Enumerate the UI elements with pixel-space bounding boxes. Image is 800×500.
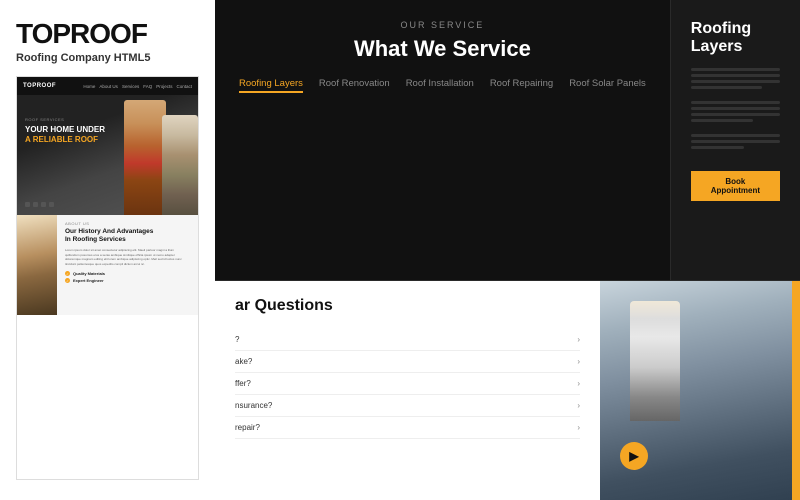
mockup-about-label: ABOUT US: [65, 221, 190, 226]
faq-question-1: ?: [235, 335, 239, 344]
tab-roofing-layers[interactable]: Roofing Layers: [239, 78, 303, 93]
mockup-nav-contact: Contact: [176, 84, 192, 89]
faq-item-4[interactable]: nsurance? ›: [235, 395, 580, 417]
mockup-hero-title-line2: A RELIABLE ROOF: [25, 135, 105, 144]
mockup-feature-quality-label: Quality Materials: [73, 271, 105, 276]
yellow-accent-bar: [792, 281, 800, 500]
text-line: [691, 74, 780, 77]
faq-arrow-3: ›: [577, 379, 580, 388]
faq-item-3[interactable]: ffer? ›: [235, 373, 580, 395]
text-line: [691, 146, 745, 149]
tab-roof-installation[interactable]: Roof Installation: [406, 78, 474, 93]
social-icon-twitter: [33, 202, 38, 207]
text-block-2: [691, 101, 780, 122]
service-title: What We Service: [239, 36, 646, 62]
text-line: [691, 80, 780, 83]
circle-icon: ▶: [629, 449, 638, 463]
tab-roof-renovation[interactable]: Roof Renovation: [319, 78, 390, 93]
right-top: OUR SERVICE What We Service Roofing Laye…: [215, 0, 800, 280]
mockup-worker-small-img: [17, 215, 57, 315]
mockup-nav-faq: FAQ: [143, 84, 152, 89]
faq-question-4: nsurance?: [235, 401, 272, 410]
faq-arrow-4: ›: [577, 401, 580, 410]
yellow-circle-badge: ▶: [620, 442, 648, 470]
mockup-nav-links: Home About Us Services FAQ Projects Cont…: [83, 84, 192, 89]
faq-title: ar Questions: [235, 297, 580, 315]
mockup-bottom-left-image: [17, 215, 57, 315]
right-image-section: ▶: [600, 281, 800, 500]
left-panel: TOPROOF Roofing Company HTML5 TOPROOF Ho…: [0, 0, 215, 500]
service-section: OUR SERVICE What We Service Roofing Laye…: [215, 0, 671, 280]
our-service-label: OUR SERVICE: [239, 20, 646, 30]
mockup-nav: TOPROOF Home About Us Services FAQ Proje…: [17, 77, 198, 95]
roofing-layers-title: Roofing Layers: [691, 20, 780, 56]
mockup-worker2: [162, 115, 198, 215]
check-icon-quality: ✓: [65, 271, 70, 276]
mockup-nav-projects: Projects: [156, 84, 172, 89]
faq-item-2[interactable]: ake? ›: [235, 351, 580, 373]
service-tabs: Roofing Layers Roof Renovation Roof Inst…: [239, 78, 646, 93]
text-line: [691, 68, 780, 71]
tab-roof-solar-panels[interactable]: Roof Solar Panels: [569, 78, 646, 93]
mockup-nav-brand: TOPROOF: [23, 83, 56, 89]
mockup-feature-expert: ✓ Expert Engineer: [65, 278, 190, 283]
text-block-3: [691, 134, 780, 149]
brand-subtitle: Roofing Company HTML5: [16, 52, 199, 64]
mockup-about-title: Our History And AdvantagesIn Roofing Ser…: [65, 228, 190, 245]
book-appointment-button[interactable]: Book Appointment: [691, 171, 780, 201]
mockup-feature-expert-label: Expert Engineer: [73, 278, 104, 283]
brand-title: TOPROOF: [16, 20, 199, 48]
social-icon-instagram: [41, 202, 46, 207]
mockup-nav-about: About Us: [99, 84, 118, 89]
mockup-hero-title-line1: YOUR HOME UNDER: [25, 125, 105, 135]
right-panel: OUR SERVICE What We Service Roofing Laye…: [215, 0, 800, 500]
mockup-bottom-center: ABOUT US Our History And AdvantagesIn Ro…: [57, 215, 198, 315]
text-line: [691, 134, 780, 137]
mockup-about-text: Lorem ipsum dolor sit amet consectetur a…: [65, 248, 190, 267]
mockup-feature-quality: ✓ Quality Materials: [65, 271, 190, 276]
faq-item-5[interactable]: repair? ›: [235, 417, 580, 439]
right-bottom: ar Questions ? › ake? › ffer? › nsurance…: [215, 280, 800, 500]
mockup-worker1: [124, 100, 166, 215]
tab-roof-repairing[interactable]: Roof Repairing: [490, 78, 553, 93]
mockup-hero: ROOF SERVICES YOUR HOME UNDER A RELIABLE…: [17, 95, 198, 215]
faq-question-2: ake?: [235, 357, 252, 366]
faq-arrow-2: ›: [577, 357, 580, 366]
mockup-social: [25, 202, 54, 207]
check-icon-expert: ✓: [65, 278, 70, 283]
worker-silhouette: [630, 301, 680, 421]
right-worker-image: ▶: [600, 281, 800, 500]
social-icon-linkedin: [49, 202, 54, 207]
faq-item-1[interactable]: ? ›: [235, 329, 580, 351]
text-line: [691, 113, 780, 116]
mockup-nav-home: Home: [83, 84, 95, 89]
faq-question-5: repair?: [235, 423, 260, 432]
text-block-1: [691, 68, 780, 89]
text-line: [691, 140, 780, 143]
mockup-roof-services: ROOF SERVICES: [25, 117, 105, 122]
text-line: [691, 101, 780, 104]
faq-question-3: ffer?: [235, 379, 251, 388]
text-line: [691, 107, 780, 110]
site-mockup: TOPROOF Home About Us Services FAQ Proje…: [16, 76, 199, 480]
mockup-nav-services: Services: [122, 84, 139, 89]
text-line: [691, 119, 753, 122]
roofing-layers-section: Roofing Layers Book Appointment: [671, 0, 800, 280]
mockup-bottom: ABOUT US Our History And AdvantagesIn Ro…: [17, 215, 198, 315]
faq-arrow-5: ›: [577, 423, 580, 432]
mockup-hero-text: ROOF SERVICES YOUR HOME UNDER A RELIABLE…: [25, 117, 105, 144]
faq-section: ar Questions ? › ake? › ffer? › nsurance…: [215, 281, 600, 500]
social-icon-facebook: [25, 202, 30, 207]
text-line: [691, 86, 762, 89]
faq-arrow-1: ›: [577, 335, 580, 344]
